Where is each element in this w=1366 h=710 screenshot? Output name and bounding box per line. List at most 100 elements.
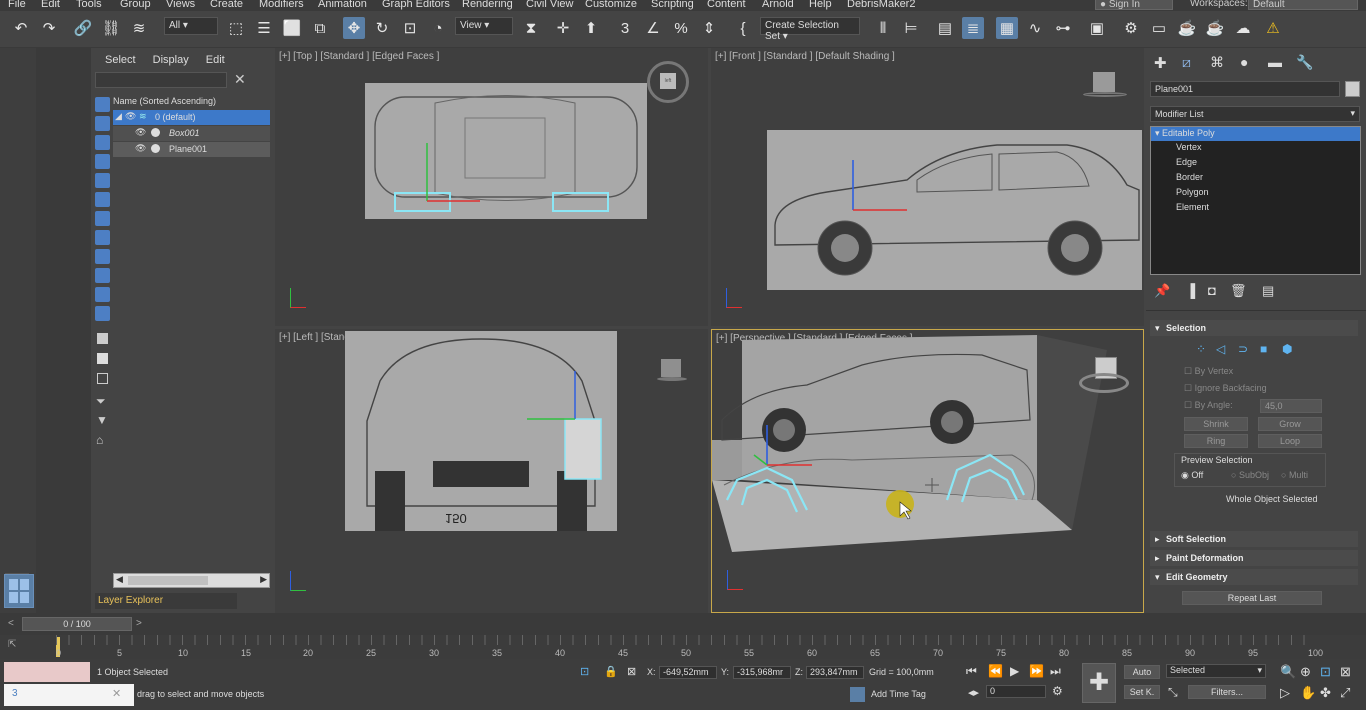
tab-select[interactable]: Select bbox=[105, 54, 136, 66]
subobject-edge-icon[interactable]: ◁ bbox=[1216, 342, 1225, 356]
curve-editor-icon[interactable]: ∿ bbox=[1024, 17, 1046, 39]
viewport-top[interactable]: [+] [Top ] [Standard ] [Edged Faces ] le… bbox=[275, 48, 708, 326]
remove-modifier-icon[interactable]: 🗑 bbox=[1230, 283, 1247, 299]
zoom-extents-icon[interactable]: ⊡ bbox=[1320, 664, 1331, 680]
preview-subobj-radio[interactable]: ○ SubObj bbox=[1231, 470, 1269, 480]
angle-spinner[interactable]: 45,0 bbox=[1260, 399, 1322, 413]
display-xrefs-icon[interactable] bbox=[95, 230, 110, 245]
stack-item-polygon[interactable]: Polygon bbox=[1176, 187, 1209, 197]
select-by-name-icon[interactable]: ☰ bbox=[253, 17, 275, 39]
object-row-plane001[interactable]: 👁 Plane001 bbox=[113, 142, 270, 157]
by-angle-checkbox[interactable]: ☐ By Angle: bbox=[1184, 400, 1233, 411]
key-filters-button[interactable]: Filters... bbox=[1188, 685, 1266, 699]
time-slider[interactable]: < 0 / 100 > bbox=[0, 613, 1366, 635]
viewport-perspective[interactable]: [+] [Perspective ] [Standard ] [Edged Fa… bbox=[711, 329, 1144, 613]
current-frame-field[interactable]: 0 bbox=[986, 685, 1046, 698]
menu-arnold[interactable]: Arnold bbox=[762, 0, 794, 10]
find-icon[interactable]: ⏷ bbox=[96, 394, 106, 409]
viewcube-top[interactable]: left bbox=[647, 61, 689, 103]
stack-item-border[interactable]: Border bbox=[1176, 172, 1203, 182]
set-key-icon[interactable]: ✚ bbox=[1082, 663, 1116, 703]
z-coordinate-field[interactable]: 293,847mm bbox=[806, 666, 864, 679]
show-end-result-icon[interactable]: ▐ bbox=[1186, 283, 1195, 298]
menu-modifiers[interactable]: Modifiers bbox=[259, 0, 304, 10]
frame-slider-thumb[interactable]: 0 / 100 bbox=[22, 617, 132, 631]
stack-item-element[interactable]: Element bbox=[1176, 202, 1209, 212]
redo-icon[interactable]: ↷ bbox=[38, 17, 60, 39]
viewport-left[interactable]: [+] [Left ] [Standard ] [Default Shading… bbox=[275, 329, 708, 613]
explorer-search-input[interactable] bbox=[95, 72, 227, 88]
undo-icon[interactable]: ↶ bbox=[10, 17, 32, 39]
display-helpers-icon[interactable] bbox=[95, 173, 110, 188]
preview-multi-radio[interactable]: ○ Multi bbox=[1281, 470, 1308, 480]
select-scale-icon[interactable]: ⊡ bbox=[399, 17, 421, 39]
mirror-icon[interactable]: ⫴ bbox=[872, 17, 894, 39]
toggle-ribbon-icon[interactable]: ▦ bbox=[996, 17, 1018, 39]
menu-tools[interactable]: Tools bbox=[76, 0, 102, 10]
zoom-all-icon[interactable]: ⊕ bbox=[1300, 664, 1311, 680]
configure-modifier-sets-icon[interactable]: ▤ bbox=[1262, 283, 1274, 299]
material-editor-icon[interactable]: ▣ bbox=[1086, 17, 1108, 39]
ring-button[interactable]: Ring bbox=[1184, 434, 1248, 448]
display-bones-icon[interactable] bbox=[95, 249, 110, 264]
expand-triangle-icon[interactable]: ◢ bbox=[115, 111, 122, 122]
rollout-paint-deformation[interactable]: Paint Deformation bbox=[1150, 550, 1358, 566]
play-icon[interactable]: ▶ bbox=[1010, 664, 1019, 678]
keyboard-shortcut-icon[interactable]: ⬆ bbox=[580, 17, 602, 39]
rendered-frame-icon[interactable]: ▭ bbox=[1148, 17, 1170, 39]
toggle-scene-explorer-icon[interactable]: ▤ bbox=[934, 17, 956, 39]
scroll-right-icon[interactable]: ▶ bbox=[260, 574, 267, 585]
close-icon[interactable]: ✕ bbox=[112, 687, 121, 700]
display-shapes-icon[interactable] bbox=[95, 116, 110, 131]
maxscript-listener[interactable] bbox=[4, 662, 90, 682]
visibility-eye-icon[interactable]: 👁 bbox=[125, 111, 136, 122]
filter-icon[interactable]: ▼ bbox=[96, 413, 108, 427]
object-row-box001[interactable]: 👁 Box001 bbox=[113, 126, 270, 141]
next-key-icon[interactable]: ⏩ bbox=[1029, 664, 1044, 678]
reference-coordinate-dropdown[interactable]: View ▾ bbox=[455, 17, 513, 35]
menu-rendering[interactable]: Rendering bbox=[462, 0, 513, 10]
viewcube-perspective[interactable] bbox=[1077, 355, 1133, 395]
ignore-backfacing-checkbox[interactable]: ☐ Ignore Backfacing bbox=[1184, 383, 1267, 394]
menu-customize[interactable]: Customize bbox=[585, 0, 637, 10]
visibility-eye-icon[interactable]: 👁 bbox=[135, 143, 146, 154]
menu-animation[interactable]: Animation bbox=[318, 0, 367, 10]
menu-create[interactable]: Create bbox=[210, 0, 243, 10]
spinner-snap-icon[interactable]: ⇕ bbox=[698, 17, 720, 39]
maxscript-mini-listener[interactable]: 3 ✕ bbox=[4, 684, 134, 706]
time-tag-icon[interactable] bbox=[850, 687, 865, 702]
display-geometry-icon[interactable] bbox=[95, 97, 110, 112]
unlink-icon[interactable]: ⛓ bbox=[100, 17, 122, 39]
scroll-thumb[interactable] bbox=[128, 576, 208, 585]
viewport-label[interactable]: [+] [Top ] [Standard ] [Edged Faces ] bbox=[279, 51, 439, 62]
layer-explorer-dropdown[interactable]: Layer Explorer bbox=[95, 593, 237, 609]
stack-item-vertex[interactable]: Vertex bbox=[1176, 142, 1202, 152]
key-mode-toggle-icon[interactable]: ◂▸ bbox=[968, 686, 979, 699]
curve-editor-toggle-icon[interactable]: ⇱ bbox=[8, 639, 16, 650]
menu-graph-editors[interactable]: Graph Editors bbox=[382, 0, 450, 10]
stack-item-edge[interactable]: Edge bbox=[1176, 157, 1197, 167]
named-selection-dropdown[interactable]: Create Selection Set ▾ bbox=[760, 17, 860, 42]
go-to-end-icon[interactable]: ⏭ bbox=[1050, 664, 1061, 679]
scroll-left-icon[interactable]: ◀ bbox=[116, 574, 123, 585]
edit-named-selection-icon[interactable]: { bbox=[732, 17, 754, 39]
pin-stack-icon[interactable]: 📌 bbox=[1154, 283, 1170, 299]
selection-set-dropdown[interactable]: Selected ▾ bbox=[1166, 664, 1266, 678]
add-time-tag[interactable]: Add Time Tag bbox=[871, 689, 926, 699]
display-containers-icon[interactable] bbox=[95, 268, 110, 283]
viewport-label[interactable]: [+] [Front ] [Standard ] [Default Shadin… bbox=[715, 51, 895, 62]
tab-display[interactable]: Display bbox=[153, 54, 189, 66]
select-move-icon[interactable]: ✥ bbox=[343, 17, 365, 39]
explorer-column-header[interactable]: Name (Sorted Ascending) bbox=[113, 94, 216, 109]
sign-in-dropdown[interactable]: ● Sign In bbox=[1095, 0, 1173, 10]
stack-item-editable-poly[interactable]: ▾ Editable Poly bbox=[1151, 127, 1360, 141]
select-object-icon[interactable]: ⬚ bbox=[225, 17, 247, 39]
display-hidden-icon[interactable] bbox=[95, 306, 110, 321]
prev-frame-icon[interactable]: < bbox=[8, 618, 14, 629]
bind-spacewarp-icon[interactable]: ≋ bbox=[128, 17, 150, 39]
subobject-element-icon[interactable]: ⬢ bbox=[1282, 342, 1292, 356]
object-name-field[interactable]: Plane001 bbox=[1150, 81, 1340, 97]
subobject-vertex-icon[interactable]: ⁘ bbox=[1196, 342, 1206, 356]
grow-button[interactable]: Grow bbox=[1258, 417, 1322, 431]
angle-snap-icon[interactable]: ∠ bbox=[642, 17, 664, 39]
